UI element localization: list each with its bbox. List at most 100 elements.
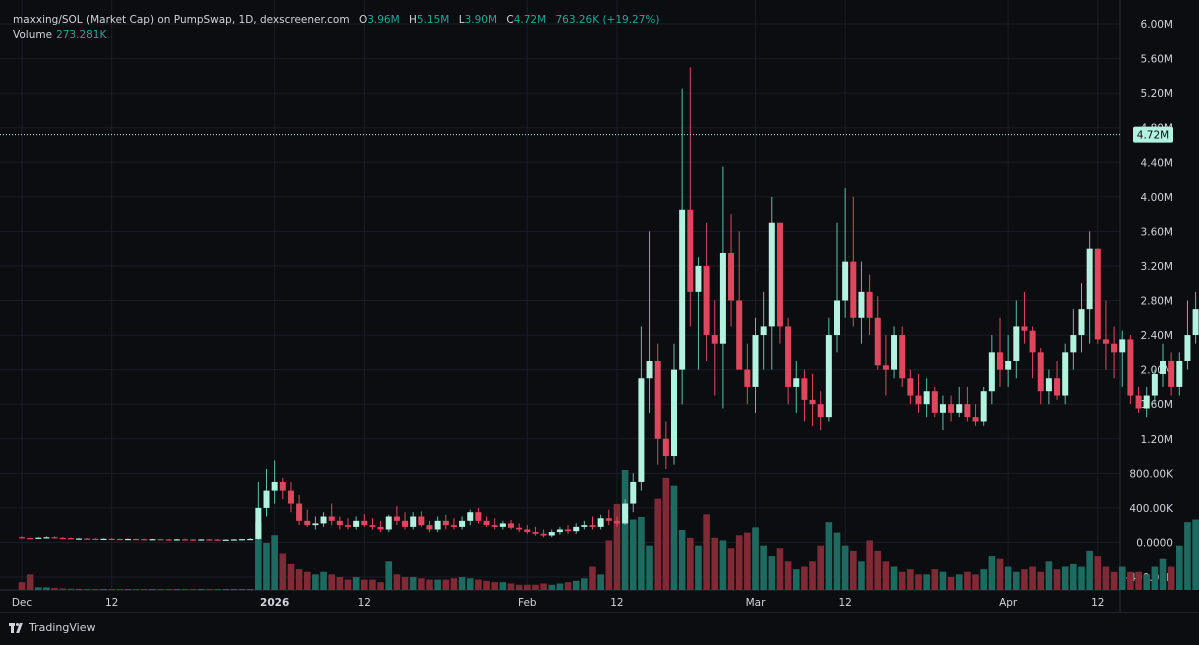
chart-background bbox=[0, 0, 1199, 641]
candle-body bbox=[1045, 378, 1052, 392]
volume-bar bbox=[59, 588, 67, 590]
volume-bar bbox=[931, 569, 939, 590]
candle-body bbox=[874, 317, 881, 366]
tradingview-label: TradingView bbox=[29, 621, 96, 634]
candle-body bbox=[108, 538, 115, 541]
volume-bar bbox=[947, 576, 955, 590]
candle-body bbox=[532, 532, 539, 534]
volume-bar bbox=[833, 532, 841, 590]
volume-bar bbox=[328, 574, 335, 590]
y-tick-label: 1.20M bbox=[1141, 434, 1173, 446]
volume-bar bbox=[524, 584, 531, 590]
candle-body bbox=[956, 404, 963, 413]
candle-body bbox=[931, 391, 938, 413]
candle-body bbox=[296, 503, 303, 521]
volume-bar bbox=[735, 535, 743, 590]
candle-body bbox=[1062, 352, 1069, 396]
volume-bar bbox=[1070, 563, 1077, 590]
candle-body bbox=[1168, 360, 1175, 387]
y-tick-label: 5.20M bbox=[1141, 88, 1173, 100]
volume-bar bbox=[703, 514, 710, 590]
candle-body bbox=[964, 404, 971, 418]
candle-body bbox=[508, 523, 514, 528]
x-tick-label: Feb bbox=[518, 597, 537, 609]
volume-bar bbox=[189, 589, 197, 590]
volume-bar bbox=[206, 589, 213, 590]
candle-body bbox=[312, 523, 319, 526]
volume-bar bbox=[890, 566, 898, 590]
candle-body bbox=[556, 529, 563, 533]
volume-bar bbox=[988, 556, 996, 590]
volume-bar bbox=[1029, 566, 1036, 590]
volume-bar bbox=[1118, 566, 1126, 590]
candle-body bbox=[491, 525, 498, 527]
volume-bar bbox=[75, 588, 83, 590]
candle-body bbox=[320, 516, 327, 524]
volume-bar bbox=[572, 580, 580, 590]
candlestick-chart[interactable]: 6.00M5.60M5.20M4.80M4.40M4.00M3.60M3.20M… bbox=[0, 0, 1199, 641]
candle-body bbox=[410, 516, 417, 527]
candle-body bbox=[133, 538, 140, 541]
close-value: 4.72M bbox=[513, 14, 547, 26]
tradingview-brand[interactable]: TradingView bbox=[9, 621, 95, 634]
candle-body bbox=[165, 539, 172, 541]
candle-body bbox=[980, 391, 987, 422]
legend-ohlc-row: maxxing/SOL (Market Cap) on PumpSwap, 1D… bbox=[13, 13, 660, 28]
close-label: C bbox=[506, 14, 514, 26]
volume-bar bbox=[1110, 571, 1118, 590]
candle-body bbox=[263, 490, 270, 508]
volume-bar bbox=[303, 571, 311, 590]
volume-bar bbox=[181, 589, 189, 590]
volume-bar bbox=[385, 561, 393, 590]
candle-body bbox=[1192, 309, 1199, 336]
candle-body bbox=[866, 291, 873, 318]
chart-area[interactable]: 6.00M5.60M5.20M4.80M4.40M4.00M3.60M3.20M… bbox=[0, 0, 1199, 641]
y-tick-label: 2.80M bbox=[1141, 296, 1173, 308]
candle-body bbox=[59, 537, 66, 540]
candle-body bbox=[671, 369, 677, 457]
candle-body bbox=[1184, 335, 1191, 361]
candle-body bbox=[475, 512, 482, 521]
volume-bar bbox=[108, 589, 115, 590]
candle-body bbox=[1111, 343, 1118, 353]
volume-bar bbox=[140, 589, 148, 590]
candle-body bbox=[597, 518, 604, 527]
volume-bar bbox=[898, 571, 906, 590]
volume-bar bbox=[434, 579, 441, 590]
volume-bar bbox=[475, 579, 482, 590]
volume-bar bbox=[654, 498, 661, 590]
volume-bar bbox=[1167, 566, 1175, 590]
volume-bar bbox=[776, 548, 784, 590]
candle-body bbox=[124, 538, 131, 541]
x-tick-label: Dec bbox=[12, 597, 33, 609]
x-tick-label: Apr bbox=[999, 597, 1018, 609]
volume-bar bbox=[51, 587, 58, 590]
candle-body bbox=[450, 525, 457, 527]
volume-bar bbox=[369, 579, 376, 590]
candle-body bbox=[972, 417, 979, 422]
candle-body bbox=[915, 395, 922, 405]
volume-bar bbox=[719, 540, 727, 590]
volume-bar bbox=[711, 537, 719, 590]
x-tick-label: 12 bbox=[838, 597, 851, 609]
candle-body bbox=[1143, 395, 1150, 409]
volume-bar bbox=[442, 579, 450, 590]
volume-bar bbox=[35, 587, 42, 590]
volume-bar bbox=[149, 589, 156, 590]
candle-body bbox=[1135, 395, 1142, 409]
x-tick-label: 12 bbox=[358, 597, 371, 609]
volume-bar bbox=[222, 589, 230, 590]
volume-bar bbox=[564, 582, 572, 590]
volume-bar bbox=[483, 580, 490, 590]
volume-bar bbox=[1127, 571, 1134, 590]
volume-bar bbox=[466, 578, 474, 590]
candle-body bbox=[1176, 360, 1183, 387]
candle-body bbox=[540, 533, 547, 536]
volume-bar bbox=[214, 589, 221, 590]
candle-body bbox=[744, 369, 751, 387]
volume-bar bbox=[1037, 571, 1045, 590]
x-tick-label: 12 bbox=[105, 597, 118, 609]
tradingview-logo-icon bbox=[9, 622, 24, 633]
y-tick-label: 6.00M bbox=[1141, 19, 1173, 31]
volume-bar bbox=[100, 589, 107, 590]
